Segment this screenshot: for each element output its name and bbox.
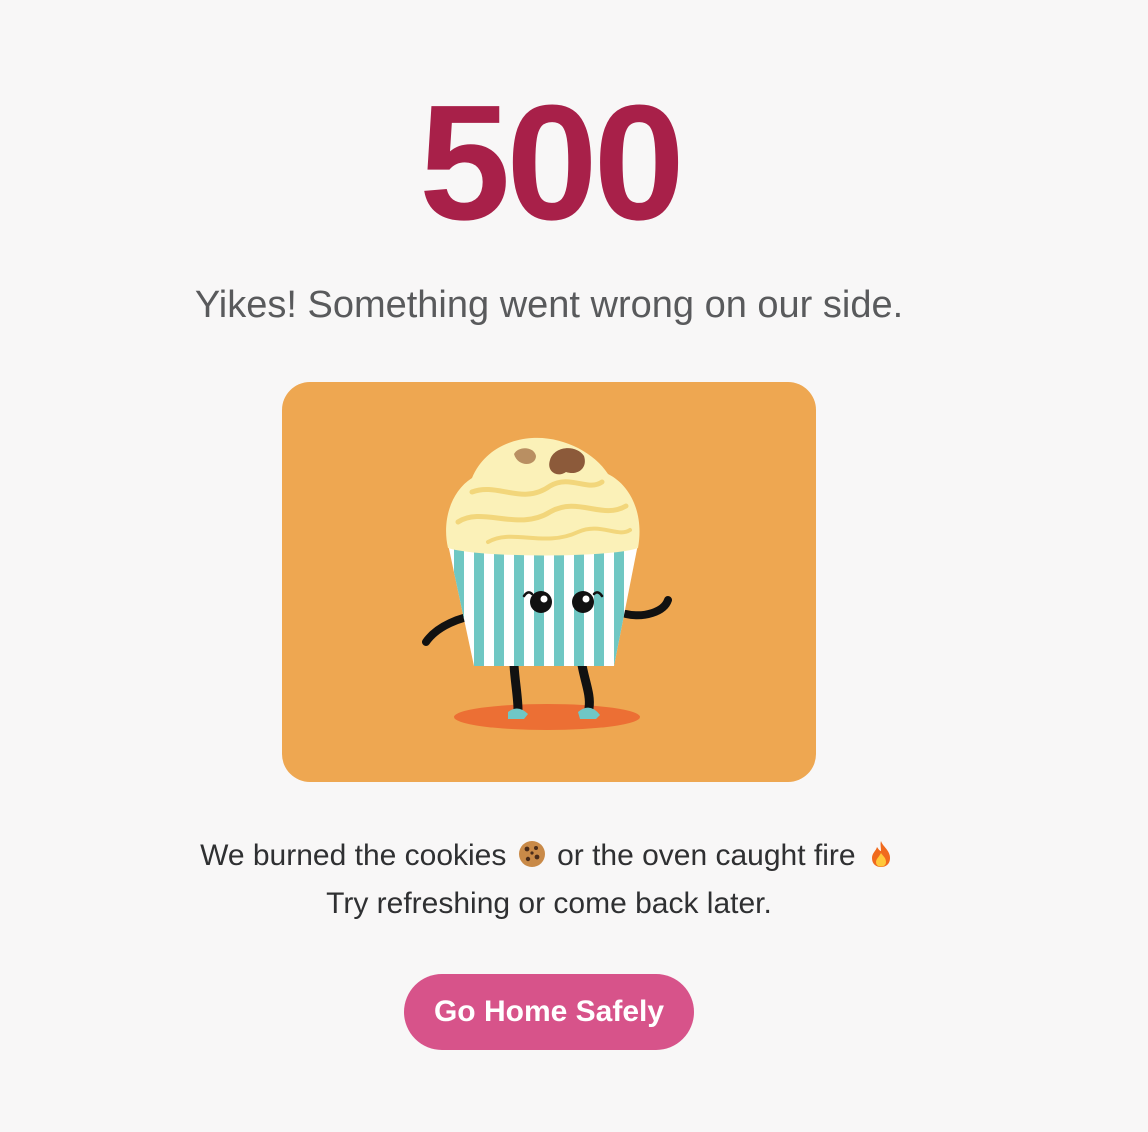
- message-text-before-cookie: We burned the cookies: [200, 839, 507, 872]
- error-page: 500 Yikes! Something went wrong on our s…: [0, 0, 1148, 1132]
- illustration-card: [282, 382, 816, 782]
- fire-icon: [871, 841, 890, 867]
- message-line-2: Try refreshing or come back later.: [326, 887, 772, 920]
- cupcake-icon: [422, 437, 672, 730]
- message-line-1: We burned the cookies or the oven caught…: [0, 832, 1098, 880]
- error-subtitle: Yikes! Something went wrong on our side.: [194, 284, 904, 326]
- error-message: We burned the cookies or the oven caught…: [0, 832, 1098, 928]
- cookie-icon: [518, 841, 545, 867]
- go-home-button[interactable]: Go Home Safely: [404, 974, 694, 1050]
- error-code: 500: [419, 71, 685, 254]
- message-text-after-cookie: or the oven caught fire: [557, 839, 856, 872]
